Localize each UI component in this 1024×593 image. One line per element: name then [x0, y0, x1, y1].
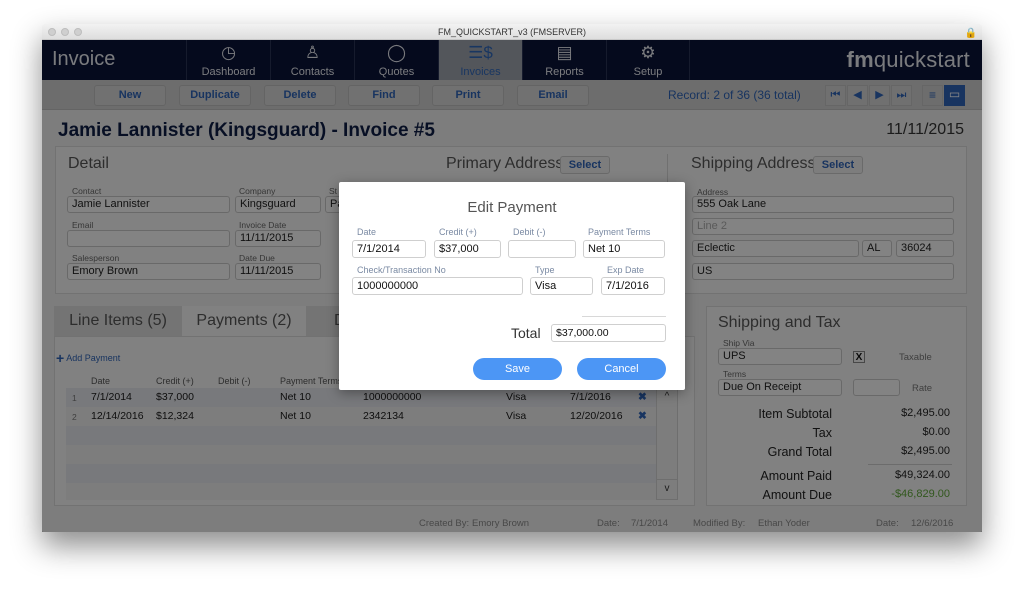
title-bar: FM_QUICKSTART_v3 (FMSERVER) 🔒: [42, 24, 982, 40]
date-label: Date: [357, 227, 377, 237]
exp-date-label: Exp Date: [607, 265, 645, 275]
cancel-button[interactable]: Cancel: [577, 358, 666, 380]
credit-field[interactable]: $37,000: [434, 240, 501, 258]
check-number-label: Check/Transaction No: [357, 265, 446, 275]
date-field[interactable]: 7/1/2014: [352, 240, 426, 258]
payment-terms-field[interactable]: Net 10: [583, 240, 665, 258]
minimize-window-button[interactable]: [61, 28, 69, 36]
total-field: $37,000.00: [551, 324, 666, 342]
check-number-field[interactable]: 1000000000: [352, 277, 523, 295]
debit-label: Debit (-): [513, 227, 546, 237]
divider: [582, 316, 666, 317]
payment-terms-label: Payment Terms: [588, 227, 651, 237]
window-title: FM_QUICKSTART_v3 (FMSERVER): [437, 27, 587, 37]
zoom-window-button[interactable]: [74, 28, 82, 36]
credit-label: Credit (+): [439, 227, 477, 237]
debit-field[interactable]: [508, 240, 576, 258]
window-controls: [48, 28, 82, 36]
total-label: Total: [511, 325, 541, 341]
save-button[interactable]: Save: [473, 358, 562, 380]
close-window-button[interactable]: [48, 28, 56, 36]
exp-date-field[interactable]: 7/1/2016: [601, 277, 665, 295]
type-field[interactable]: Visa: [530, 277, 593, 295]
type-label: Type: [535, 265, 555, 275]
edit-payment-dialog: Edit Payment Date 7/1/2014 Credit (+) $3…: [339, 182, 685, 390]
dialog-title: Edit Payment: [467, 199, 557, 216]
